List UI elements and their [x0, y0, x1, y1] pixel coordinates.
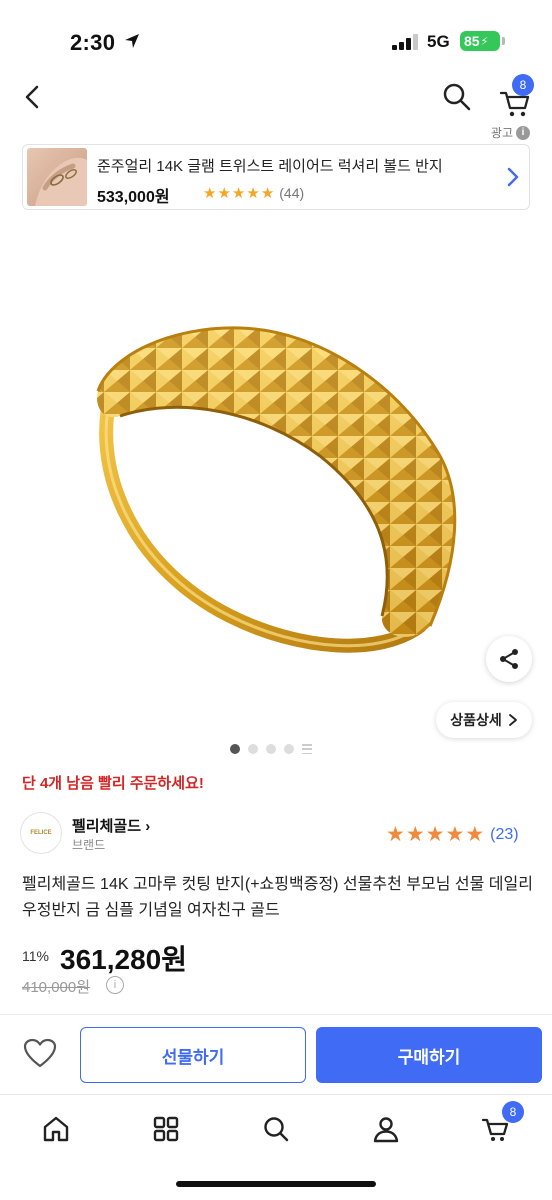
gift-button[interactable]: 선물하기: [80, 1027, 306, 1083]
buy-button[interactable]: 구매하기: [316, 1027, 542, 1083]
star-icon: ★: [260, 184, 275, 202]
star-icon: ★: [203, 184, 217, 202]
info-icon[interactable]: i: [106, 976, 124, 994]
ad-review-count: (44): [279, 185, 305, 201]
brand-logo[interactable]: FELICE: [20, 812, 62, 854]
heart-icon: [23, 1038, 57, 1068]
cart-button[interactable]: 8: [498, 74, 536, 118]
cart-badge: 8: [512, 74, 534, 96]
pagination-dot[interactable]: [266, 744, 276, 754]
ad-price: 533,000원: [97, 189, 170, 206]
discount-rate: 11%: [22, 948, 49, 964]
ad-thumbnail: [27, 148, 87, 206]
star-icon: ★: [425, 823, 445, 846]
status-time: 2:30: [70, 30, 116, 55]
chevron-left-icon: [25, 85, 39, 109]
home-icon: [43, 1116, 69, 1142]
pagination-dot[interactable]: [230, 744, 240, 754]
brand-name: 펠리체골드: [72, 818, 142, 835]
ad-label[interactable]: 광고 i: [491, 124, 530, 141]
ad-rating: ★ ★ ★ ★ ★ (44): [203, 185, 304, 201]
grid-icon: [153, 1116, 179, 1142]
more-images-icon[interactable]: [302, 744, 312, 754]
chevron-right-icon: [508, 714, 517, 726]
search-icon: [264, 1117, 289, 1142]
tab-my-page[interactable]: [366, 1109, 406, 1149]
home-indicator: [176, 1181, 376, 1187]
status-bar: 2:30 5G 85 ⚡: [0, 0, 552, 80]
header: 8: [0, 70, 552, 126]
info-icon: i: [516, 125, 530, 140]
star-icon: ★: [405, 823, 425, 846]
search-button[interactable]: [440, 80, 474, 114]
user-icon: [373, 1117, 399, 1143]
product-detail-label: 상품상세: [450, 712, 502, 728]
sale-price: 361,280원: [60, 944, 187, 975]
chevron-right-icon: [507, 167, 519, 187]
brand-name-link[interactable]: 펠리체골드 ›: [72, 815, 150, 836]
product-title: 펠리체골드 14K 고마루 컷팅 반지(+쇼핑백증정) 선물추천 부모님 선물 …: [22, 876, 533, 919]
pagination-dot[interactable]: [284, 744, 294, 754]
battery-icon: 85 ⚡: [460, 31, 500, 51]
stock-urgency: 단 4개 남음 빨리 주문하세요!: [22, 775, 204, 792]
wishlist-button[interactable]: [22, 1037, 60, 1071]
star-icon: ★: [246, 184, 260, 202]
signal-icon: [392, 34, 420, 50]
tab-search[interactable]: [256, 1109, 296, 1149]
product-image[interactable]: [0, 216, 552, 756]
pagination-dot[interactable]: [248, 744, 258, 754]
share-button[interactable]: [486, 636, 532, 682]
purchase-action-bar: 선물하기 구매하기: [0, 1014, 552, 1094]
battery-level: 85: [464, 33, 480, 49]
share-icon: [500, 649, 518, 669]
tab-home[interactable]: [36, 1109, 76, 1149]
review-count: (23): [490, 825, 519, 843]
gold-ring-image: [96, 326, 457, 653]
original-price: 410,000원: [22, 979, 91, 996]
back-button[interactable]: [16, 80, 50, 114]
tab-bar: 8: [0, 1094, 552, 1200]
ad-title: 준주얼리 14K 글램 트위스트 레이어드 럭셔리 볼드 반지: [97, 158, 443, 175]
location-arrow-icon: [125, 34, 139, 48]
tab-cart[interactable]: 8: [476, 1101, 524, 1149]
star-icon: ★: [231, 184, 246, 202]
product-rating[interactable]: ★ ★ ★ ★ ★ (23): [386, 824, 519, 845]
chevron-right-icon: ›: [145, 818, 151, 835]
image-pagination[interactable]: [230, 744, 312, 754]
tab-categories[interactable]: [146, 1109, 186, 1149]
search-icon: [443, 83, 471, 111]
ad-label-text: 광고: [490, 126, 513, 140]
ad-banner[interactable]: 준주얼리 14K 글램 트위스트 레이어드 럭셔리 볼드 반지 533,000원…: [22, 144, 530, 210]
brand-label: 브랜드: [72, 838, 106, 852]
star-icon: ★: [465, 823, 485, 846]
cart-badge: 8: [502, 1101, 524, 1123]
brand-logo-text: FELICE: [30, 830, 52, 836]
network-type: 5G: [427, 32, 450, 51]
product-detail-button[interactable]: 상품상세: [436, 702, 532, 738]
star-icon: ★: [217, 184, 231, 202]
battery-tip: [502, 37, 505, 45]
star-icon: ★: [386, 823, 405, 846]
star-icon: ★: [445, 823, 465, 846]
